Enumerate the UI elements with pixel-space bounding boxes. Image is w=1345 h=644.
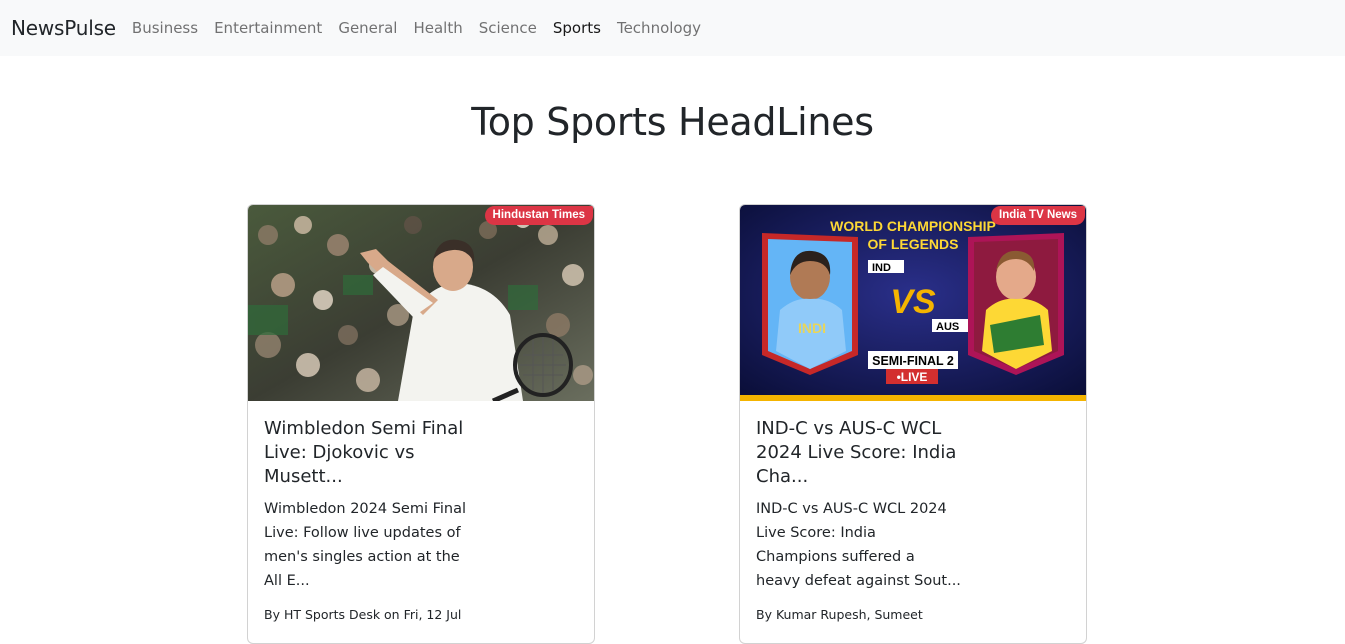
- nav-link-business[interactable]: Business: [124, 19, 206, 37]
- card-author-date: By HT Sports Desk on Fri, 12 Jul: [264, 607, 462, 622]
- card-title[interactable]: IND-C vs AUS-C WCL 2024 Live Score: Indi…: [756, 417, 966, 489]
- image-title-line1: WORLD CHAMPIONSHIP: [830, 218, 996, 234]
- card-title[interactable]: Wimbledon Semi Final Live: Djokovic vs M…: [264, 417, 474, 489]
- news-card: INDI WORLD CHAMPIONSHIP OF LEGENDS IND V…: [739, 204, 1087, 644]
- image-team1: IND: [872, 262, 891, 274]
- news-image[interactable]: INDI WORLD CHAMPIONSHIP OF LEGENDS IND V…: [740, 205, 1086, 401]
- image-live: •LIVE: [897, 370, 928, 384]
- image-stage: SEMI-FINAL 2: [872, 354, 954, 368]
- card-body: Wimbledon Semi Final Live: Djokovic vs M…: [248, 401, 594, 638]
- nav-link-technology[interactable]: Technology: [609, 19, 709, 37]
- nav-link-sports[interactable]: Sports: [545, 19, 609, 37]
- image-title-line2: OF LEGENDS: [867, 236, 958, 252]
- image-team2: AUS: [936, 321, 959, 333]
- svg-text:INDI: INDI: [798, 320, 826, 336]
- image-vs: VS: [890, 283, 936, 321]
- card-body: IND-C vs AUS-C WCL 2024 Live Score: Indi…: [740, 401, 1086, 638]
- card-description: Wimbledon 2024 Semi Final Live: Follow l…: [264, 501, 467, 589]
- nav-link-entertainment[interactable]: Entertainment: [206, 19, 330, 37]
- news-image[interactable]: Hindustan Times: [248, 205, 594, 401]
- source-badge: Hindustan Times: [484, 206, 593, 225]
- source-badge: India TV News: [991, 206, 1085, 225]
- nav-link-general[interactable]: General: [330, 19, 405, 37]
- card-author-date: By Kumar Rupesh, Sumeet: [756, 607, 923, 622]
- card-description: IND-C vs AUS-C WCL 2024 Live Score: Indi…: [756, 501, 961, 589]
- nav-link-health[interactable]: Health: [405, 19, 470, 37]
- news-card: Hindustan Times Wimbledon Semi Final Liv…: [247, 204, 595, 644]
- brand-logo[interactable]: NewsPulse: [11, 16, 116, 40]
- top-navbar: NewsPulse Business Entertainment General…: [0, 0, 1345, 56]
- page-heading: Top Sports HeadLines: [471, 100, 874, 144]
- nav-link-science[interactable]: Science: [471, 19, 545, 37]
